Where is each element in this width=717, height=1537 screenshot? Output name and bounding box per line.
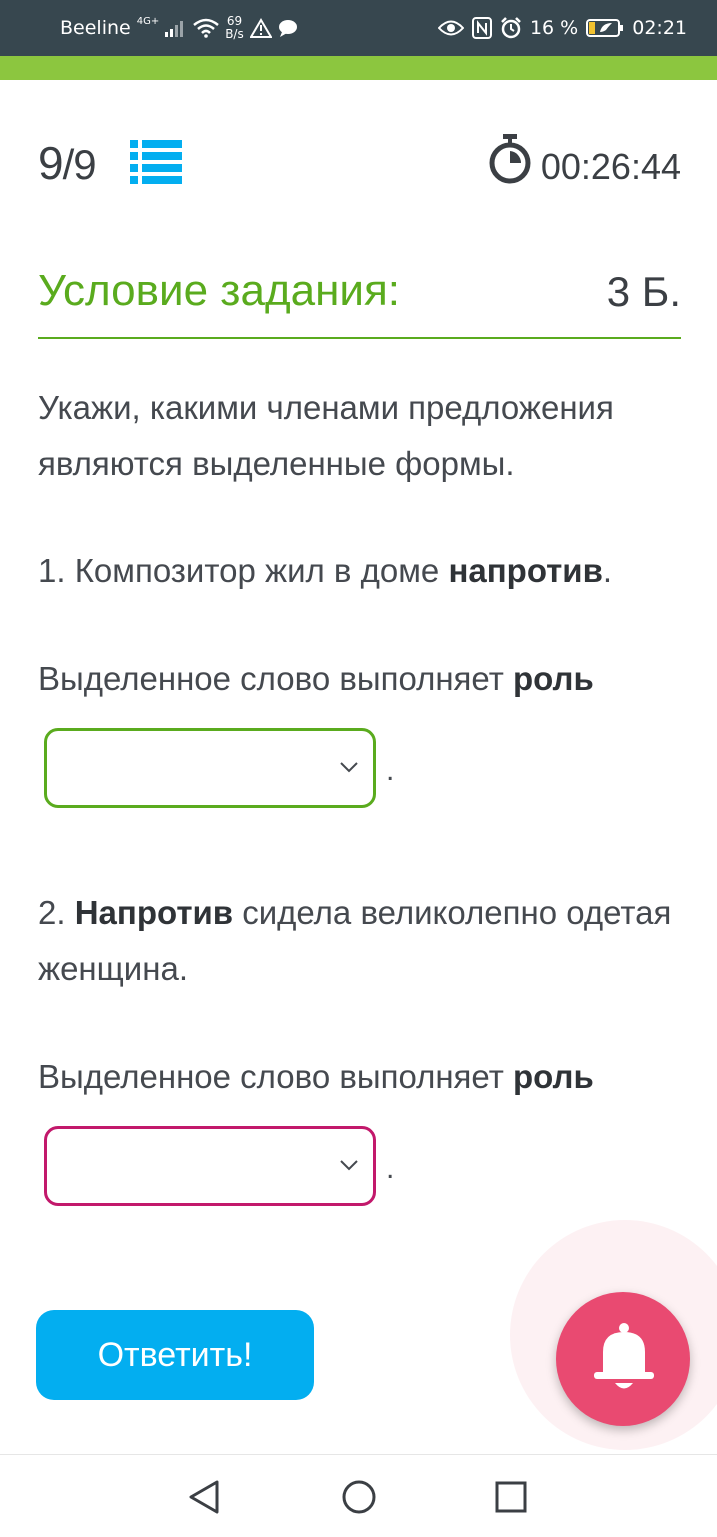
question-2-prefix: 2. xyxy=(38,894,75,931)
answer-select-1[interactable] xyxy=(44,728,376,808)
role-prompt-2-text: Выделенное слово выполняет xyxy=(38,1058,513,1095)
message-icon xyxy=(278,20,297,37)
question-2: 2. Напротив сидела великолепно одетая же… xyxy=(38,885,678,997)
role-prompt-1-text: Выделенное слово выполняет xyxy=(38,660,513,697)
back-icon[interactable] xyxy=(185,1477,225,1517)
role-prompt-1-bold: роль xyxy=(512,660,594,697)
timer: 00:26:44 xyxy=(540,146,681,187)
answer-select-2[interactable] xyxy=(44,1126,376,1206)
sentence-end-dot-2: . xyxy=(386,1152,395,1185)
list-icon[interactable] xyxy=(130,138,182,184)
role-prompt-2: Выделенное слово выполняет роль xyxy=(38,1049,678,1105)
alarm-icon xyxy=(501,17,521,39)
answer-button[interactable]: Ответить! xyxy=(36,1310,314,1400)
eye-icon xyxy=(437,20,464,36)
task-header: 9/9 00:26:44 xyxy=(38,128,681,192)
warning-icon xyxy=(249,18,272,38)
question-1-end: . xyxy=(602,552,613,589)
sentence-end-dot-1: . xyxy=(386,754,395,787)
network-speed: 69 B/s xyxy=(225,15,244,41)
status-bar: Beeline 4G+ 69 B/s 16 % 02:21 xyxy=(0,0,717,56)
notification-bell-button[interactable] xyxy=(556,1292,690,1426)
task-title: Условие задания: xyxy=(38,266,401,315)
chevron-down-icon xyxy=(340,1160,358,1171)
wifi-icon xyxy=(193,18,220,38)
role-prompt-1: Выделенное слово выполняет роль xyxy=(38,651,678,707)
question-current: 9 xyxy=(38,137,64,189)
battery-icon xyxy=(586,19,624,37)
question-1-text: 1. Композитор жил в доме xyxy=(38,552,449,589)
battery-percent: 16 % xyxy=(529,17,579,39)
question-counter: 9/9 xyxy=(38,136,97,190)
signal-icon xyxy=(165,21,184,37)
question-1: 1. Композитор жил в доме напротив. xyxy=(38,543,678,599)
question-2-highlight: Напротив xyxy=(74,894,234,931)
nfc-icon xyxy=(471,17,492,39)
carrier-name: Beeline xyxy=(60,17,131,39)
top-accent-bar xyxy=(0,56,717,80)
stopwatch-icon xyxy=(489,134,531,184)
question-1-highlight: напротив xyxy=(448,552,603,589)
chevron-down-icon xyxy=(340,762,358,773)
system-nav-bar xyxy=(0,1454,717,1537)
question-total: /9 xyxy=(62,141,97,188)
network-type: 4G+ xyxy=(136,15,160,27)
task-points: 3 Б. xyxy=(606,268,681,315)
recent-apps-icon[interactable] xyxy=(491,1477,531,1517)
clock: 02:21 xyxy=(632,17,687,39)
speed-unit: B/s xyxy=(225,27,244,41)
role-prompt-2-bold: роль xyxy=(512,1058,594,1095)
title-divider xyxy=(38,337,681,339)
task-instruction: Укажи, какими членами предложения являют… xyxy=(38,389,614,482)
home-icon[interactable] xyxy=(339,1477,379,1517)
bell-icon xyxy=(594,1323,654,1389)
